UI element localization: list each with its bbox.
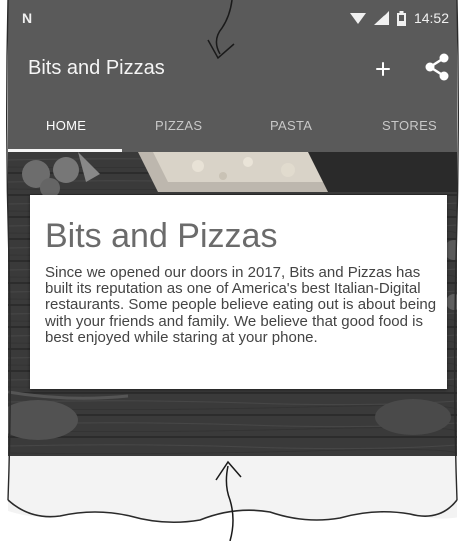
app-bar: Bits and Pizzas <box>8 40 457 100</box>
card-description: Since we opened our doors in 2017, Bits … <box>45 264 437 346</box>
intro-card: Bits and Pizzas Since we opened our door… <box>30 195 447 389</box>
add-icon[interactable] <box>368 54 398 84</box>
card-title: Bits and Pizzas <box>45 217 278 255</box>
tab-stores[interactable]: STORES <box>382 118 437 133</box>
status-time: 14:52 <box>413 10 449 26</box>
share-icon[interactable] <box>422 52 452 82</box>
tab-pizzas[interactable]: PIZZAS <box>155 118 202 133</box>
battery-icon <box>396 10 406 26</box>
cellular-signal-icon <box>373 11 389 25</box>
tab-home[interactable]: HOME <box>46 118 86 133</box>
notification-icon: N <box>22 10 33 26</box>
phone-screen: N 14:52 Bits and Pizzas HOME PIZZAS PAST… <box>8 0 457 541</box>
status-bar: N 14:52 <box>8 0 457 40</box>
hero-section: Bits and Pizzas Since we opened our door… <box>8 152 457 456</box>
tab-pasta[interactable]: PASTA <box>270 118 312 133</box>
content-area-below <box>8 456 457 541</box>
wifi-icon <box>349 12 366 24</box>
status-icons: 14:52 <box>349 10 449 26</box>
tab-bar: HOME PIZZAS PASTA STORES <box>8 100 457 152</box>
app-title: Bits and Pizzas <box>28 57 165 79</box>
